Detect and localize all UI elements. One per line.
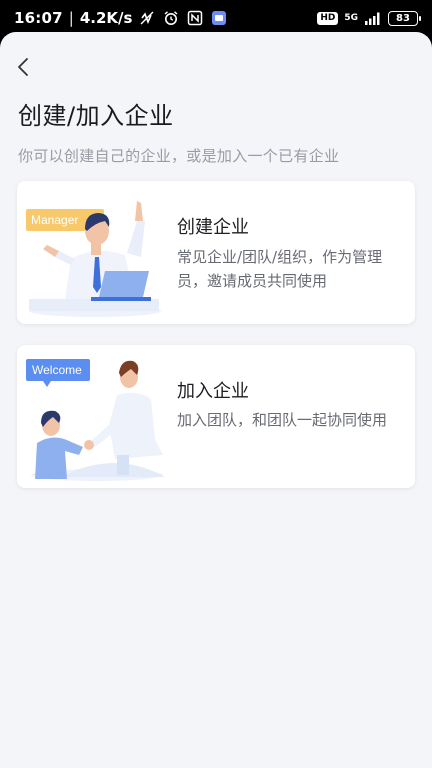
alarm-icon <box>162 9 180 27</box>
status-separator: | <box>68 9 74 27</box>
status-right: HD 5G 83 <box>317 9 421 27</box>
vibrate-off-icon <box>138 9 156 27</box>
back-button[interactable] <box>12 54 34 80</box>
status-time: 16:07 <box>14 9 63 27</box>
page-title: 创建/加入企业 <box>18 102 174 130</box>
join-enterprise-card[interactable]: Welcome 加入企业 加入团队，和团队一起协同使用 <box>17 345 415 488</box>
status-bar: 16:07 | 4.2K/s HD 5G 83 <box>0 0 432 36</box>
signal-icon <box>364 9 382 27</box>
welcome-illustration: Welcome <box>26 359 165 481</box>
chevron-left-icon <box>18 58 28 76</box>
join-enterprise-title: 加入企业 <box>177 381 249 402</box>
nfc-icon <box>186 9 204 27</box>
app-notification-icon <box>210 9 228 27</box>
hd-badge: HD <box>317 11 339 25</box>
manager-tag-label: Manager <box>31 213 78 227</box>
main-sheet: 创建/加入企业 你可以创建自己的企业，或是加入一个已有企业 Manager 创建… <box>0 32 432 768</box>
create-enterprise-title: 创建企业 <box>177 217 249 238</box>
battery-indicator: 83 <box>388 10 421 26</box>
join-enterprise-description: 加入团队，和团队一起协同使用 <box>177 411 388 429</box>
network-speed: 4.2K/s <box>79 9 133 27</box>
create-enterprise-card[interactable]: Manager 创建企业 常见企业/团队/组织，作为管理员，邀请成员共同使用 <box>17 181 415 324</box>
network-type: 5G <box>344 13 358 23</box>
welcome-tag-label: Welcome <box>32 363 82 377</box>
manager-illustration: Manager <box>26 201 161 317</box>
create-enterprise-description: 常见企业/团队/组织，作为管理员，邀请成员共同使用 <box>177 248 383 290</box>
page-subtitle: 你可以创建自己的企业，或是加入一个已有企业 <box>18 147 340 165</box>
status-left: 16:07 | 4.2K/s <box>14 9 228 27</box>
